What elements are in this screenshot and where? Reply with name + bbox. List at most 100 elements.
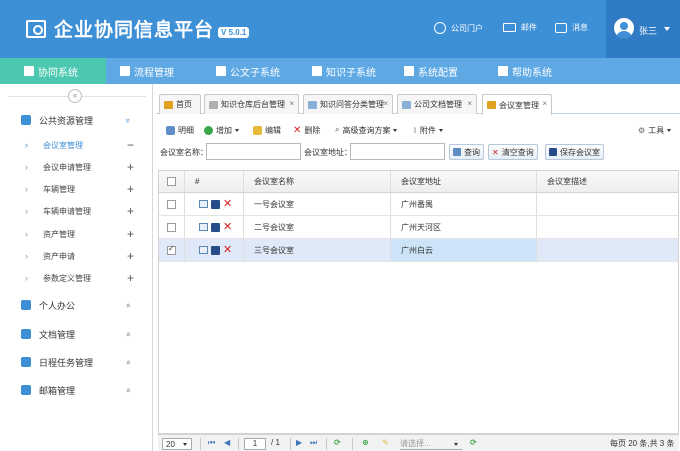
sidebar-item-asset[interactable]: › 资产管理 + [0,224,153,244]
user-menu[interactable]: 张三 [606,0,680,58]
sidebar-item-meeting-apply[interactable]: › 会议申请管理 + [0,157,153,177]
page-size-select[interactable]: 20 [162,438,192,450]
column-header-address[interactable]: 会议室地址 [391,171,537,192]
room-address-input[interactable] [350,143,445,160]
column-header-name[interactable]: 会议室名称 [244,171,391,192]
collapse-arrow-icon: » [123,387,133,393]
tab-knowledge-qa[interactable]: 知识问答分类管理 × [303,94,393,114]
close-icon[interactable]: × [383,99,388,108]
detail-button[interactable]: 明细 [166,125,194,136]
advanced-query-button[interactable]: ⌕ 高级查询方案 [335,125,398,136]
menu-item-workflow[interactable]: 流程管理 [106,58,202,84]
expand-icon: + [127,271,135,285]
tab-home[interactable]: 首页 [159,94,201,114]
save-icon[interactable] [211,199,220,209]
clear-query-button[interactable]: ✕ 清空查询 [488,144,538,160]
menu-item-help[interactable]: 帮助系统 [484,58,580,84]
delete-icon[interactable]: ✕ [223,244,232,255]
attachment-label: 附件 [419,125,436,135]
reload-button[interactable]: ⟳ [470,438,477,447]
column-header-index: # [185,171,244,192]
save-icon[interactable] [211,245,220,255]
add-button[interactable]: 增加 [204,125,239,136]
sidebar-group-public-resources[interactable]: 公共资源管理 » [0,110,153,130]
delete-button[interactable]: ✕ 删除 [293,125,320,136]
room-name-input[interactable] [206,143,301,160]
menu-item-label: 知识子系统 [326,67,376,79]
attachment-button[interactable]: ⌇ 附件 [413,125,443,136]
delete-icon[interactable]: ✕ [223,198,232,209]
edit-icon[interactable] [199,200,208,208]
query-button[interactable]: 查询 [449,144,484,160]
sidebar-item-asset-apply[interactable]: › 资产申请 + [0,246,153,266]
close-icon[interactable]: × [542,99,547,108]
collapse-sidebar-button[interactable]: « [68,89,82,103]
column-header-description[interactable]: 会议室描述 [537,171,678,192]
row-checkbox[interactable] [167,244,176,255]
table-row[interactable]: ✕ 一号会议室 广州番禺 [159,193,678,216]
menu-item-collab[interactable]: 协同系统 [0,58,106,84]
pencil-icon: ✎ [382,438,389,447]
cube-icon [209,100,218,109]
next-page-button[interactable]: ▶ [296,438,302,447]
sidebar-group-schedule[interactable]: 日程任务管理 » [0,352,153,372]
expand-icon: + [127,249,135,263]
edit-row-button[interactable]: ✎ [382,438,389,447]
room-address-cell[interactable]: 广州白云 [391,239,537,261]
table-row[interactable]: ✕ 二号会议室 广州天河区 [159,216,678,239]
sidebar-item-label: 车辆管理 [43,184,75,194]
monitor-icon [308,100,317,109]
edit-icon[interactable] [199,223,208,231]
edit-icon[interactable] [199,246,208,254]
tab-knowledge-repo[interactable]: 知识仓库后台管理 × [204,94,299,114]
tab-company-docs[interactable]: 公司文档管理 × [397,94,477,114]
mail-link[interactable]: 邮件 [503,22,537,33]
sidebar-item-params[interactable]: › 参数定义管理 + [0,268,153,288]
menu-item-document[interactable]: 公文子系统 [202,58,298,84]
row-checkbox[interactable] [167,222,176,232]
refresh-button[interactable]: ⟳ [334,438,341,447]
sidebar-item-vehicle[interactable]: › 车辆管理 + [0,179,153,199]
collapse-icon: − [127,138,135,152]
select-all-checkbox[interactable] [167,177,176,186]
person-icon [21,300,31,310]
sidebar: « 公共资源管理 » › 会议室管理 − › 会议申请管理 + › 车辆管理 +… [0,84,153,451]
version-badge: V 5.0.1 [218,27,250,38]
message-icon [555,22,567,33]
tools-label: 工具 [648,125,665,135]
row-checkbox[interactable] [167,199,176,209]
menu-item-knowledge[interactable]: 知识子系统 [298,58,390,84]
page-number-input[interactable]: 1 [244,438,266,450]
sidebar-group-label: 邮箱管理 [39,385,76,396]
save-icon[interactable] [211,222,220,232]
sidebar-item-meeting-room[interactable]: › 会议室管理 − [0,135,153,155]
collapse-arrow-icon: » [123,302,133,308]
sidebar-group-mailbox[interactable]: 邮箱管理 » [0,380,153,400]
sidebar-group-docs[interactable]: 文档管理 » [0,324,153,344]
tools-button[interactable]: ⚙ 工具 [638,125,672,136]
last-page-button[interactable]: ⏭ [310,438,317,448]
app-header: 企业协同信息平台 V 5.0.1 公司门户 邮件 消息 张三 [0,0,680,58]
message-link[interactable]: 消息 [555,22,588,33]
portal-link[interactable]: 公司门户 [434,22,483,34]
save-room-button[interactable]: 保存会议室 [545,144,604,160]
close-icon[interactable]: × [289,99,294,108]
sidebar-group-personal[interactable]: 个人办公 » [0,295,153,315]
pager-divider [200,438,201,450]
table-row[interactable]: ✕ 三号会议室 广州白云 [159,239,678,262]
first-page-button[interactable]: ⏮ [208,438,215,448]
pagination-bar: 20 ⏮ ◀ 1 / 1 ▶ ⏭ ⟳ ⊕ ✎ 请选择... ⟳ 每页 20 条,… [158,434,679,451]
sidebar-item-vehicle-apply[interactable]: › 车辆申请管理 + [0,201,153,221]
delete-icon[interactable]: ✕ [223,221,232,232]
scheme-select[interactable]: 请选择... [400,438,462,450]
bullet-icon: › [25,229,28,239]
add-row-button[interactable]: ⊕ [362,438,369,447]
tab-meeting-room[interactable]: 会议室管理 × [482,94,552,115]
menu-item-config[interactable]: 系统配置 [390,58,484,84]
collapse-arrow-icon: » [123,359,133,365]
close-icon[interactable]: × [467,99,472,108]
edit-button[interactable]: 编辑 [253,125,281,136]
prev-page-button[interactable]: ◀ [224,438,230,447]
portal-link-label: 公司门户 [451,23,483,33]
home-icon [487,101,496,109]
